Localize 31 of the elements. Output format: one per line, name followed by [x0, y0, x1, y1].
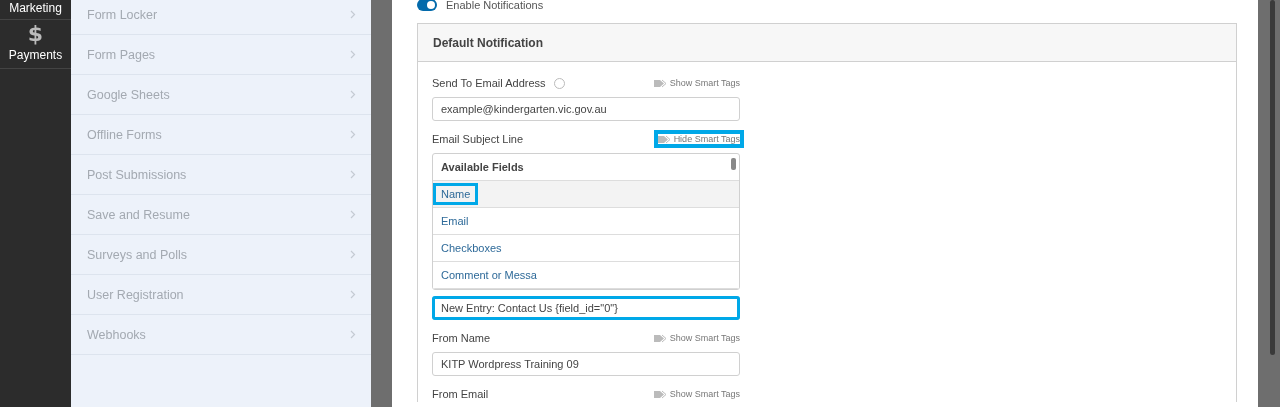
field-label: Email Subject Line — [432, 133, 524, 145]
input-field[interactable]: New Entry: Contact Us {field_id="0"} — [432, 296, 740, 320]
chevron-right-icon — [350, 330, 356, 339]
scrollbar-thumb[interactable] — [731, 158, 736, 170]
field-label: From Name — [432, 332, 491, 344]
chevron-right-icon — [350, 50, 356, 59]
chevron-right-icon — [350, 10, 356, 19]
chevron-right-icon — [350, 210, 356, 219]
input-field[interactable]: KITP Wordpress Training 09 — [432, 352, 740, 376]
smart-tags-toggle[interactable]: Show Smart Tags — [649, 74, 744, 92]
scrollbar-thumb[interactable] — [1269, 0, 1275, 355]
chevron-right-icon — [350, 90, 356, 99]
toggle-switch[interactable] — [417, 0, 437, 11]
smart-tags-toggle[interactable]: Hide Smart Tags — [653, 130, 744, 148]
chevron-right-icon — [350, 290, 356, 299]
smart-tags-toggle[interactable]: Show Smart Tags — [649, 329, 744, 347]
tag-icon — [653, 389, 666, 399]
dropdown-item[interactable]: Name — [433, 181, 739, 208]
section-header: Default Notification — [418, 24, 1236, 62]
chevron-right-icon — [350, 250, 356, 259]
tag-icon — [653, 78, 666, 88]
tag-icon — [657, 134, 670, 144]
field-label: Send To Email Address — [432, 77, 546, 89]
chevron-right-icon — [350, 130, 356, 139]
smart-tags-toggle[interactable]: Show Smart Tags — [649, 385, 744, 403]
field-label: From Email — [432, 388, 489, 400]
chevron-right-icon — [350, 170, 356, 179]
input-field[interactable]: example@kindergarten.vic.gov.au — [432, 97, 740, 121]
toggle-label: Enable Notifications — [446, 0, 544, 11]
tag-icon — [653, 333, 666, 343]
dollar-icon: $ — [27, 22, 44, 46]
